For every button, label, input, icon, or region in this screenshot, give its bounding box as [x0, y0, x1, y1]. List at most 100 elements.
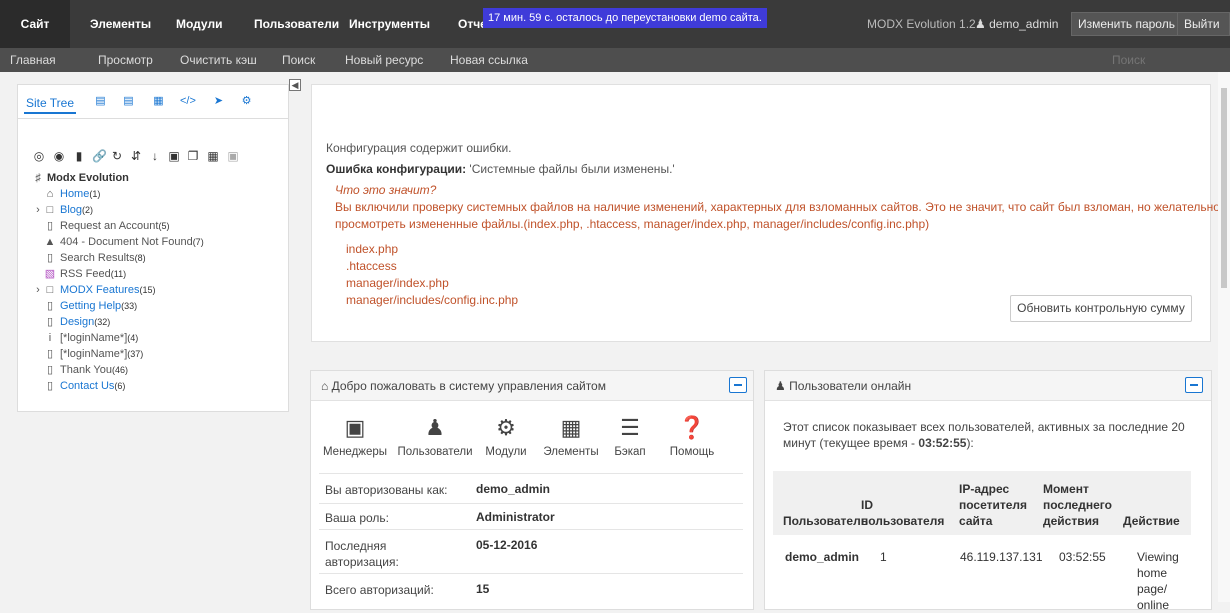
tv-tab-icon[interactable]: ▤ — [122, 96, 135, 107]
submenu-search[interactable]: Поиск — [282, 48, 315, 72]
submenu-preview[interactable]: Просмотр — [98, 48, 153, 72]
reinstall-countdown: 17 мин. 59 с. осталось до переустановки … — [483, 8, 767, 28]
tree-node[interactable]: ▯ Design(32) — [32, 314, 287, 330]
welcome-panel-header: ⌂ Добро пожаловать в систему управления … — [311, 371, 753, 401]
expand-tree-icon[interactable]: ◎ — [33, 149, 45, 163]
trash-icon[interactable]: ▣ — [227, 149, 239, 163]
tree-node-count: (6) — [114, 381, 126, 391]
tree-node-label: Contact Us(6) — [60, 378, 125, 394]
new-resource-icon[interactable]: ▮ — [73, 149, 85, 163]
tree-node-label: Getting Help(33) — [60, 298, 137, 314]
tree-node-title: Search Results — [60, 252, 135, 264]
menu-tools[interactable]: Инструменты — [349, 0, 430, 48]
config-error-text: 'Системные файлы были изменены.' — [466, 162, 675, 176]
minimize-icon[interactable] — [1185, 377, 1203, 393]
submenu-new-resource[interactable]: Новый ресурс — [345, 48, 423, 72]
submenu-home[interactable]: Главная — [10, 48, 56, 72]
templates-tab-icon[interactable]: ▤ — [94, 96, 107, 107]
tree-node[interactable]: ▯ Getting Help(33) — [32, 298, 287, 314]
info-key: Вы авторизованы как: — [325, 483, 448, 497]
tree-node[interactable]: ▯ Request an Account(5) — [32, 218, 287, 234]
sort-tree-icon[interactable]: ⇵ — [130, 149, 142, 163]
logout-button[interactable]: Выйти — [1177, 12, 1230, 36]
modules-shortcut[interactable]: ⚙ Модули — [476, 415, 536, 459]
info-icon: i — [48, 332, 52, 344]
expand-icon[interactable]: › — [32, 204, 44, 216]
online-ip-cell: 46.119.137.131 — [960, 550, 1043, 564]
modules-tab-icon[interactable]: ⚙ — [240, 96, 253, 107]
online-desc-line1: Этот список показывает всех пользователе… — [783, 420, 1185, 434]
page-icon: ▯ — [46, 364, 54, 376]
info-row: Всего авторизаций: 15 — [319, 573, 743, 609]
tree-node[interactable]: ▲ 404 - Document Not Found(7) — [32, 234, 287, 250]
column-header: IP-адрес посетителя сайта — [959, 482, 1028, 528]
sitemap-icon: ♯ — [35, 172, 41, 184]
column-header: Пользователь — [783, 514, 869, 528]
shortcut-label: Модули — [485, 446, 527, 458]
submenu-clear-cache[interactable]: Очистить кэш — [180, 48, 257, 72]
new-weblink-icon[interactable]: 🔗 — [92, 149, 107, 163]
snippets-tab-icon[interactable]: </> — [180, 96, 196, 107]
page-scrollbar[interactable] — [1218, 72, 1230, 602]
version-label: MODX Evolution 1.2 — [867, 17, 976, 31]
collapse-tree-icon[interactable]: ◉ — [53, 149, 65, 163]
shortcut-label: Бэкап — [614, 446, 646, 458]
tree-node-label: [*loginName*](4) — [60, 330, 138, 346]
submenu-new-link[interactable]: Новая ссылка — [450, 48, 528, 72]
tree-node[interactable]: ⌂ Home(1) — [32, 186, 287, 202]
tree-node[interactable]: ▯ Contact Us(6) — [32, 378, 287, 394]
refresh-tree-icon[interactable]: ↻ — [111, 149, 123, 163]
tree-node[interactable]: › □ Blog(2) — [32, 202, 287, 218]
info-row: Последняя авторизация: 05-12-2016 — [319, 529, 743, 573]
grid-icon[interactable]: ▦ — [207, 149, 219, 163]
tree-node[interactable]: ▯ [*loginName*](37) — [32, 346, 287, 362]
tree-node-title: Design — [60, 316, 95, 328]
scrollbar-thumb[interactable] — [1221, 88, 1227, 288]
current-user[interactable]: ♟ demo_admin — [975, 12, 1058, 36]
backup-shortcut[interactable]: ☰ Бэкап — [607, 415, 653, 459]
tree-node[interactable]: ▯ Search Results(8) — [32, 250, 287, 266]
menu-elements[interactable]: Элементы — [90, 0, 151, 48]
plugins-tab-icon[interactable]: ➤ — [212, 96, 225, 107]
users-shortcut[interactable]: ♟ Пользователи — [395, 415, 475, 459]
tree-node[interactable]: ▯ Thank You(46) — [32, 362, 287, 378]
changed-file: manager/includes/config.inc.php — [346, 293, 519, 307]
search-input[interactable] — [1110, 51, 1200, 69]
tree-node[interactable]: › □ MODX Features(15) — [32, 282, 287, 298]
collapse-tree-button[interactable]: ◀ — [289, 79, 301, 91]
chunks-tab-icon[interactable]: ▦ — [152, 96, 165, 107]
shortcut-label: Элементы — [543, 446, 599, 458]
help-shortcut[interactable]: ❓ Помощь — [659, 415, 725, 459]
shortcut-label: Менеджеры — [322, 446, 388, 458]
tree-node-label: [*loginName*](37) — [60, 346, 143, 362]
config-what-means: Что это значит? — [335, 183, 437, 197]
menu-modules[interactable]: Модули — [176, 0, 222, 48]
tree-node-title: RSS Feed — [60, 268, 111, 280]
info-row: Вы авторизованы как: demo_admin — [319, 473, 743, 503]
tree-node-label: Home(1) — [60, 186, 100, 202]
online-panel-title: Пользователи онлайн — [789, 379, 912, 393]
tree-node[interactable]: i [*loginName*](4) — [32, 330, 287, 346]
expand-icon[interactable]: › — [32, 284, 44, 296]
minimize-icon[interactable] — [729, 377, 747, 393]
current-user-name: demo_admin — [989, 17, 1059, 31]
menu-users[interactable]: Пользователи — [254, 0, 339, 48]
change-password-button[interactable]: Изменить пароль — [1071, 12, 1182, 36]
tab-site-tree[interactable]: Site Tree — [24, 92, 77, 114]
managers-shortcut[interactable]: ▣ Менеджеры — [321, 415, 389, 459]
menu-site[interactable]: Сайт — [0, 0, 70, 48]
page-icon: ▯ — [46, 252, 54, 264]
tree-node[interactable]: ▧ RSS Feed(11) — [32, 266, 287, 282]
home-icon: ⌂ — [46, 188, 54, 200]
tree-node-label: Thank You(46) — [60, 362, 128, 378]
tree-root[interactable]: ♯ Modx Evolution — [32, 170, 287, 186]
files-icon[interactable]: ❐ — [187, 149, 199, 163]
tree-node-count: (32) — [94, 317, 111, 327]
sort-order-icon[interactable]: ↓ — [149, 149, 161, 163]
info-value: demo_admin — [476, 482, 551, 496]
elements-shortcut[interactable]: ▦ Элементы — [541, 415, 601, 459]
online-action-cell: Viewing home page/ online — [1137, 550, 1179, 612]
update-checksum-button[interactable]: Обновить контрольную сумму — [1010, 295, 1192, 322]
online-users-panel: ♟ Пользователи онлайн Этот список показы… — [764, 370, 1212, 612]
camera-icon[interactable]: ▣ — [168, 149, 180, 163]
